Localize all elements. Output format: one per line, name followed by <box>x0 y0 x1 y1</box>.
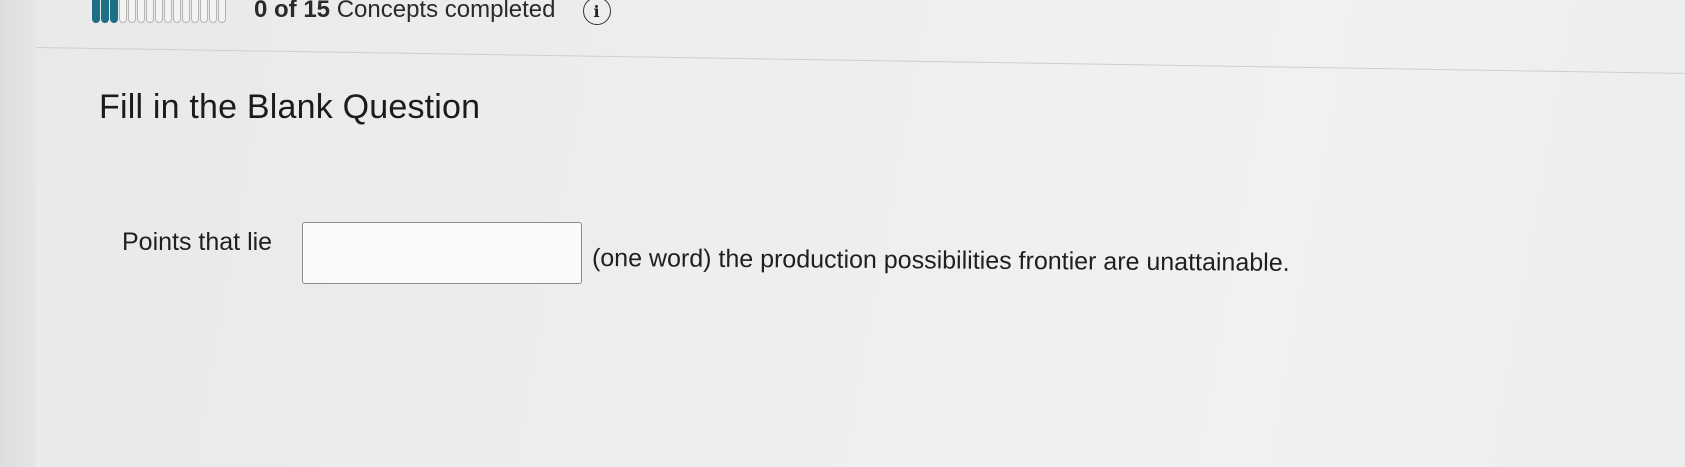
progress-segment <box>191 0 199 23</box>
page: 0 of 15 Concepts completed i Fill in the… <box>0 0 1685 467</box>
progress-label: Concepts completed <box>336 0 556 23</box>
progress-bar <box>92 0 227 29</box>
info-icon-glyph: i <box>593 1 600 21</box>
info-icon[interactable]: i <box>582 0 611 25</box>
progress-segment <box>164 0 172 23</box>
progress-segment <box>155 0 163 23</box>
progress-count: 0 of 15 <box>254 0 331 23</box>
progress-segment <box>119 0 127 23</box>
progress-segment <box>200 0 208 23</box>
progress-segment <box>137 0 145 23</box>
progress-segment <box>128 0 136 23</box>
progress-text: 0 of 15 Concepts completed <box>254 0 556 24</box>
progress-segment <box>92 0 100 23</box>
question-title: Fill in the Blank Question <box>99 88 481 126</box>
answer-blank-input[interactable] <box>302 222 582 284</box>
header-divider <box>35 47 1685 75</box>
progress-segment <box>101 0 109 23</box>
sentence-suffix: (one word) the production possibilities … <box>591 244 1290 277</box>
progress-segment <box>110 0 118 23</box>
left-edge-panel <box>0 0 36 467</box>
sentence-prefix: Points that lie <box>122 228 273 256</box>
question-sentence: Points that lie (one word) the productio… <box>122 222 1622 292</box>
concept-progress: 0 of 15 Concepts completed i <box>92 0 611 34</box>
progress-segment <box>146 0 154 23</box>
progress-segment <box>173 0 181 23</box>
progress-segment <box>182 0 190 23</box>
progress-segment <box>218 0 226 23</box>
progress-segment <box>209 0 217 23</box>
